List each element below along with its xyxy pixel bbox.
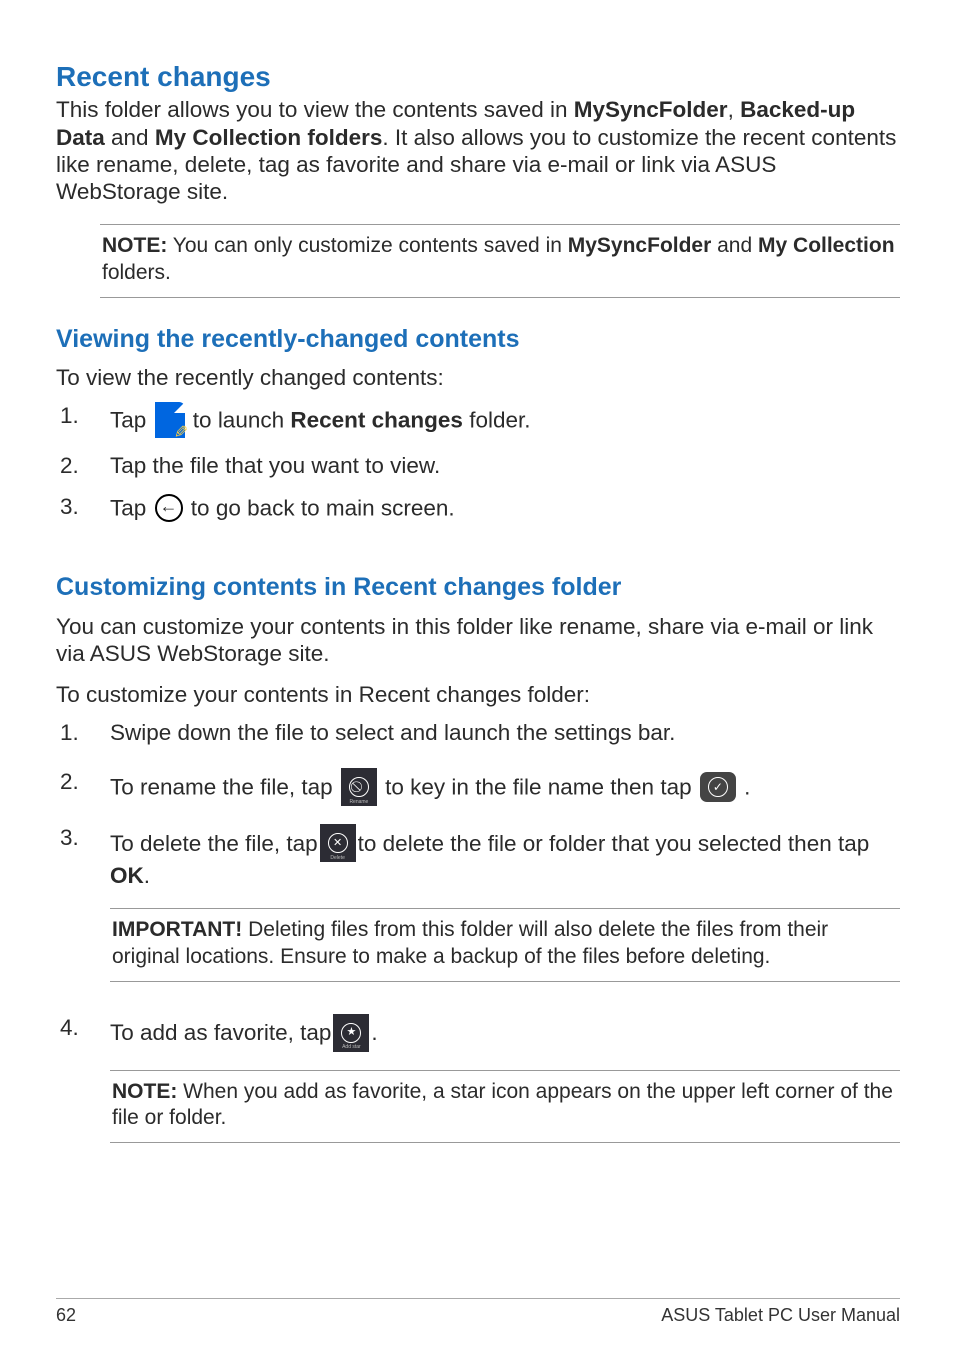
- text: folders.: [102, 261, 171, 284]
- text: To delete the file, tap: [110, 830, 318, 857]
- text: and: [711, 234, 758, 257]
- customizing-steps: Swipe down the file to select and launch…: [56, 719, 900, 1161]
- text: .: [744, 775, 750, 800]
- heading-recent-changes: Recent changes: [56, 60, 900, 94]
- text: to key in the file name then tap: [385, 775, 698, 800]
- text: Tap: [110, 407, 153, 432]
- important-label: IMPORTANT!: [112, 918, 242, 941]
- footer-title: ASUS Tablet PC User Manual: [661, 1305, 900, 1327]
- text-bold: Recent changes: [290, 407, 463, 432]
- text: to delete the file or folder that you se…: [358, 830, 870, 857]
- list-item: To rename the file, tap ⃠ Rename to key …: [56, 768, 900, 806]
- text-bold: OK: [110, 862, 144, 889]
- text: To rename the file, tap: [110, 775, 339, 800]
- confirm-check-icon: ✓: [700, 772, 736, 802]
- heading-customizing: Customizing contents in Recent changes f…: [56, 572, 900, 603]
- delete-icon: ✕ Delete: [320, 824, 356, 862]
- important-block: IMPORTANT! Deleting files from this fold…: [110, 908, 900, 982]
- text: You can only customize contents saved in: [167, 234, 567, 257]
- list-item: Tap to go back to main screen.: [56, 493, 900, 522]
- add-star-icon: ★ Add star: [333, 1014, 369, 1052]
- text: folder.: [469, 407, 530, 432]
- list-item: To add as favorite, tap ★ Add star . NOT…: [56, 1014, 900, 1162]
- customizing-lead2: To customize your contents in Recent cha…: [56, 681, 900, 708]
- viewing-steps: Tap to launch Recent changes folder. Tap…: [56, 402, 900, 523]
- viewing-lead: To view the recently changed contents:: [56, 364, 900, 391]
- text: Tap the file that you want to view.: [110, 452, 900, 479]
- note-label: NOTE:: [102, 234, 167, 257]
- text: and: [105, 125, 155, 150]
- customizing-lead: You can customize your contents in this …: [56, 613, 900, 668]
- footer: 62 ASUS Tablet PC User Manual: [56, 1298, 900, 1327]
- text-bold: My Collection: [758, 234, 895, 257]
- note-block: NOTE: You can only customize contents sa…: [100, 224, 900, 298]
- note-block: NOTE: When you add as favorite, a star i…: [110, 1070, 900, 1144]
- text: to launch: [193, 407, 291, 432]
- text-bold: MySyncFolder: [568, 234, 712, 257]
- page-number: 62: [56, 1305, 76, 1327]
- text-bold: MySyncFolder: [574, 97, 728, 122]
- text: Tap: [110, 495, 153, 520]
- text-bold: My Collection folders: [155, 125, 383, 150]
- text: ,: [728, 97, 741, 122]
- list-item: Swipe down the file to select and launch…: [56, 719, 900, 746]
- rename-icon: ⃠ Rename: [341, 768, 377, 806]
- text: This folder allows you to view the conte…: [56, 97, 574, 122]
- list-item: Tap the file that you want to view.: [56, 452, 900, 479]
- back-arrow-icon: [155, 494, 183, 522]
- list-item: Tap to launch Recent changes folder.: [56, 402, 900, 438]
- recent-changes-folder-icon: [155, 402, 185, 438]
- list-item: To delete the file, tap ✕ Delete to dele…: [56, 824, 900, 999]
- note-label: NOTE:: [112, 1080, 177, 1103]
- text: to go back to main screen.: [191, 495, 455, 520]
- heading-viewing: Viewing the recently-changed contents: [56, 324, 900, 355]
- text: To add as favorite, tap: [110, 1019, 331, 1046]
- text: Swipe down the file to select and launch…: [110, 719, 900, 746]
- intro-paragraph: This folder allows you to view the conte…: [56, 96, 900, 206]
- text: When you add as favorite, a star icon ap…: [112, 1080, 893, 1130]
- text: .: [371, 1019, 377, 1046]
- text: .: [144, 862, 150, 889]
